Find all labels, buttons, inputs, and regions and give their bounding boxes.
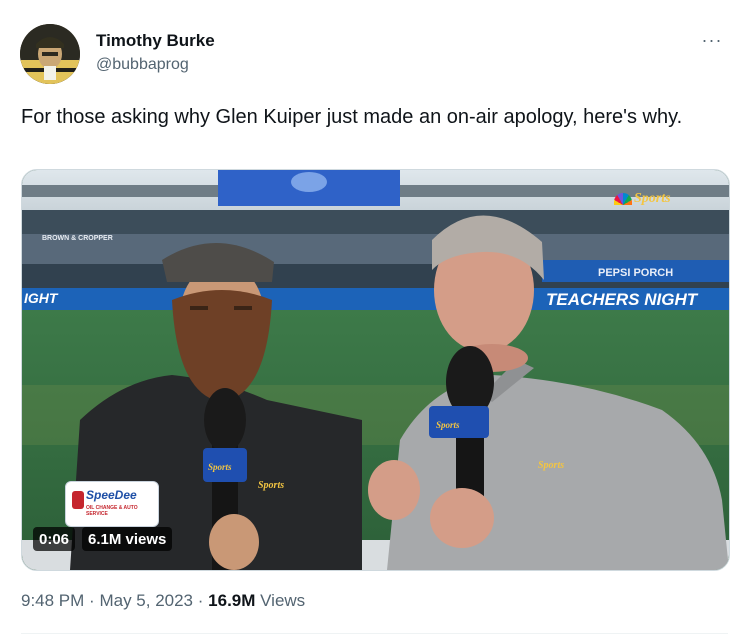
tweet-card[interactable]: Timothy Burke @bubbaprog ··· For those a… (0, 0, 749, 639)
nbc-sports-logo: Sports (614, 191, 671, 207)
tweet-time[interactable]: 9:48 PM (21, 591, 84, 610)
avatar[interactable] (20, 24, 80, 84)
meta-separator: · (89, 591, 95, 610)
views-count: 16.9M (208, 591, 256, 610)
shirt-logo-left: Sports (258, 480, 285, 491)
tweet-text: For those asking why Glen Kuiper just ma… (21, 106, 683, 128)
video-elapsed-time: 0:06 (33, 527, 76, 551)
tweet-date[interactable]: May 5, 2023 (99, 591, 193, 610)
sports-wordmark: Sports (634, 191, 671, 206)
pepsi-porch-sign: PEPSI PORCH (598, 267, 674, 279)
sponsor-icon (72, 491, 84, 509)
ribbon-right-text: TEACHERS NIGHT (546, 290, 698, 309)
stand-sign: BROWN & CROPPER (42, 235, 113, 242)
author-name[interactable]: Timothy Burke (96, 31, 215, 51)
more-horizontal-icon[interactable]: ··· (696, 27, 728, 53)
shirt-logo-right: Sports (538, 460, 565, 471)
video-player[interactable]: IGHT TEACHERS NIGHT PEPSI PORCH BROWN & … (21, 169, 730, 571)
mic-flag-left: Sports (208, 462, 232, 472)
mic-flag-right: Sports (436, 420, 460, 430)
sponsor-subtitle: OIL CHANGE & AUTO SERVICE (86, 505, 138, 517)
sponsor-name: SpeeDee (86, 488, 137, 502)
author-handle[interactable]: @bubbaprog (96, 56, 189, 74)
views-label: Views (260, 591, 306, 610)
divider (21, 633, 728, 634)
nbc-peacock-icon (614, 193, 632, 205)
ribbon-left-text: IGHT (24, 290, 58, 306)
video-views-count: 6.1M views (82, 527, 173, 551)
sponsor-badge: SpeeDee OIL CHANGE & AUTO SERVICE (65, 481, 159, 527)
tweet-meta: 9:48 PM · May 5, 2023 · 16.9M Views (21, 591, 305, 611)
meta-separator: · (197, 591, 204, 610)
